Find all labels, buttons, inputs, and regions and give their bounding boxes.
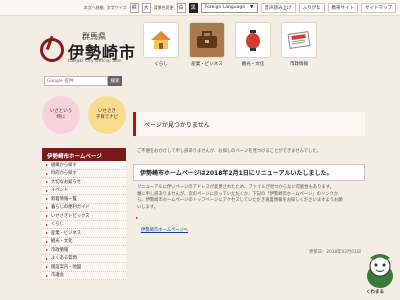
sitemap-link[interactable]: サイトマップ (361, 2, 396, 13)
nav-tile-label: くらし (154, 62, 168, 67)
sidebar-item[interactable]: 新着情報一覧 (42, 195, 126, 204)
sidebar-heading: 伊勢崎市ホームページ (42, 148, 126, 161)
voice-reader-link[interactable]: 音声読み上げ (260, 2, 296, 13)
site-search: 検索 (44, 76, 122, 86)
bg-black-button[interactable]: 黒 (188, 2, 198, 13)
global-nav: くらし 産業・ビジネス 観光・文化 市政情報 (143, 22, 317, 68)
search-button[interactable]: 検索 (108, 76, 122, 86)
main-content: ページが見つかりません ご不便をおかけして申し訳ありませんが、お探しのページを見… (133, 112, 365, 255)
emergency-link-label: いざという 時に (49, 108, 73, 120)
nav-tile-living[interactable]: くらし (143, 22, 179, 68)
nav-tile-culture[interactable]: 観光・文化 (235, 22, 271, 68)
emergency-link[interactable]: いざという 時に (42, 96, 80, 134)
skip-link[interactable]: 本文へ移動 (84, 5, 104, 11)
utility-bar: 本文へ移動 文字サイズ 標 大 背景色変更 白 黒 Foreign Langua… (0, 0, 400, 16)
sidebar-item[interactable]: 観光・文化 (42, 238, 126, 246)
nav-tile-citygov[interactable]: 市政情報 (281, 22, 317, 68)
bg-white-button[interactable]: 白 (176, 2, 186, 13)
sidebar-item[interactable]: 市議会 (42, 272, 126, 280)
newspaper-icon (281, 22, 317, 58)
logo-english: Isesaki City Official Site (68, 59, 121, 64)
sidebar-item[interactable]: 産業・ビジネス (42, 229, 126, 238)
home-link[interactable]: 伊勢崎市ホームページへ (133, 228, 188, 233)
childcare-navi-link[interactable]: いせさき 子育てナビ (88, 96, 126, 134)
font-large-button[interactable]: 大 (141, 2, 151, 13)
sidebar-item[interactable]: 大切なお知らせ (42, 178, 126, 187)
nav-tile-label: 観光・文化 (241, 62, 265, 67)
sidebar-item[interactable]: 施設案内・地図 (42, 263, 126, 272)
bg-color-label: 背景色変更 (153, 4, 174, 10)
page-title: ページが見つかりません (133, 112, 365, 136)
sidebar: 伊勢崎市ホームページ 組織から探す 目的から探す 大切なお知らせ イベント 新着… (42, 148, 126, 280)
briefcase-icon (189, 22, 225, 58)
sidebar-menu: 組織から探す 目的から探す 大切なお知らせ イベント 新着情報一覧 暮らしの便利… (42, 161, 126, 280)
site-logo[interactable]: 群馬県 伊勢崎市 Isesaki City Official Site (30, 28, 140, 68)
mobile-site-link[interactable]: 携帯サイト (327, 2, 358, 13)
sidebar-item[interactable]: よくある質問 (42, 255, 126, 263)
sidebar-item[interactable]: 目的から探す (42, 170, 126, 178)
renewal-notice-body: リニューアルに伴いページのアドレスが変更されたため、ファイルが見つからない可能性… (137, 185, 343, 210)
sidebar-item[interactable]: 市政情報 (42, 246, 126, 255)
mascot-name: くわまる (366, 290, 384, 295)
sidebar-item[interactable]: くらし (42, 221, 126, 229)
not-found-message: ご不便をおかけして申し訳ありませんが、お探しのページを見つけることができませんで… (137, 149, 321, 154)
lantern-icon (235, 22, 271, 58)
sidebar-item[interactable]: イベント (42, 187, 126, 195)
nav-tile-business[interactable]: 産業・ビジネス (189, 22, 225, 68)
furigana-link[interactable]: ふりがな (298, 2, 325, 13)
nav-tile-label: 市政情報 (290, 62, 308, 67)
city-emblem-icon (40, 38, 64, 62)
search-input[interactable] (44, 76, 108, 86)
font-size-label: 文字サイズ (106, 4, 127, 10)
sidebar-item[interactable]: いせさきトピックス (42, 212, 126, 221)
house-icon (143, 22, 179, 58)
sidebar-item[interactable]: 暮らしの便利ガイド (42, 204, 126, 212)
chevron-down-icon: ▼ (250, 5, 254, 10)
childcare-navi-label: いせさき 子育てナビ (95, 108, 119, 120)
language-select-label: Foreign Language (204, 5, 246, 10)
language-select[interactable]: Foreign Language ▼ (200, 2, 258, 13)
renewal-notice-title: 伊勢崎市ホームページは2018年2月1日にリニューアルいたしました。 (133, 164, 365, 181)
nav-tile-label: 産業・ビジネス (191, 62, 223, 67)
font-standard-button[interactable]: 標 (129, 2, 139, 13)
sidebar-item[interactable]: 組織から探す (42, 161, 126, 170)
quick-links: いざという 時に いせさき 子育てナビ (42, 96, 126, 134)
updated-date: 更新日：2018年02月01日 (309, 249, 361, 255)
